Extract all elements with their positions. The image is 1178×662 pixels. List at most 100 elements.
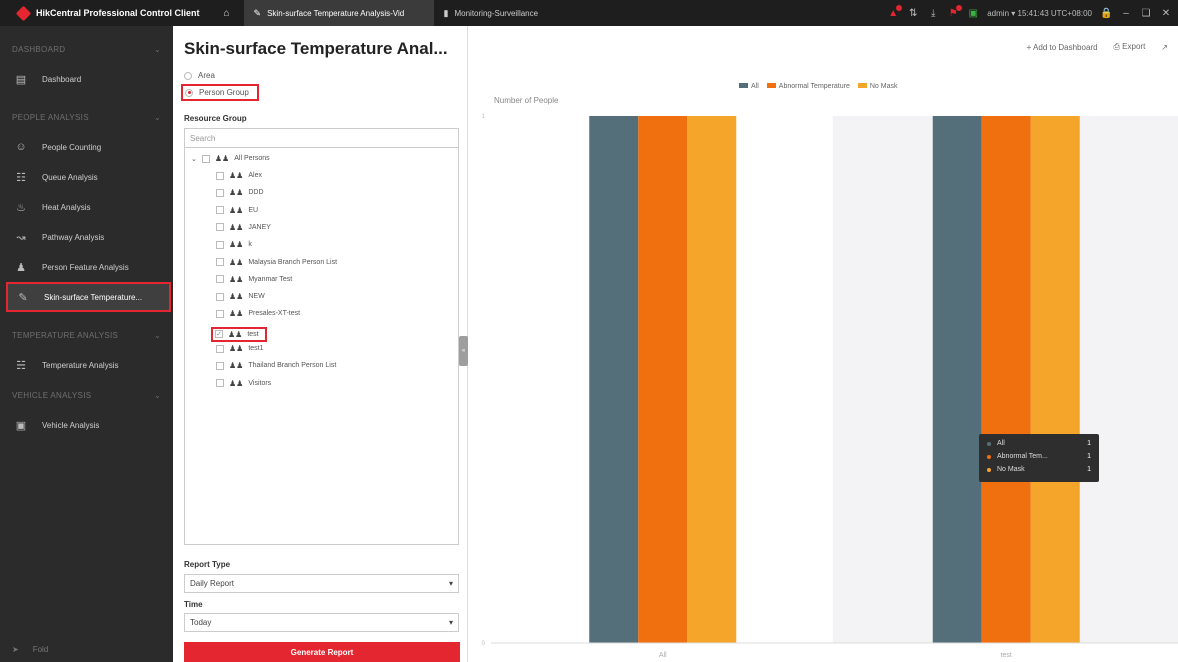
tree-item-janey[interactable]: ♟♟ JANEY [216,223,271,232]
user-menu[interactable]: admin ▾ 15:41:43 UTC+08:00 [987,9,1092,18]
bar-all-abnormal-temperature[interactable] [638,116,688,643]
tooltip-series-name: Abnormal Tem... [997,453,1048,460]
search-input[interactable]: Search [184,128,459,148]
checkbox[interactable] [216,223,224,232]
section-temperature-analysis[interactable]: TEMPERATURE ANALYSIS ⌄ [0,320,173,350]
person-group-icon: ♟♟ [229,292,244,302]
radio-person-group[interactable]: Person Group [181,84,259,101]
sidebar-item-queue-analysis[interactable]: ☷ Queue Analysis [0,162,173,192]
checkbox[interactable] [216,309,224,318]
tree-item-alex[interactable]: ♟♟ Alex [216,171,262,180]
checkbox[interactable] [216,292,224,301]
checkbox[interactable] [216,171,224,180]
person-group-tree: ⌄ ♟♟ All Persons ♟♟ Alex ♟♟ DDD ♟♟ EU ♟♟ JANEY ♟… [184,148,459,545]
tree-item-label: Presales-XT-test [248,310,301,318]
tree-item-visitors[interactable]: ♟♟ Visitors [216,379,271,388]
bar-chart: All test 0 1 [482,114,1178,659]
tree-item-presales-xt-test[interactable]: ♟♟ Presales-XT-test [216,309,300,318]
bar-all-no-mask[interactable] [687,116,737,643]
person-group-icon: ♟♟ [229,240,244,250]
section-vehicle-analysis[interactable]: VEHICLE ANALYSIS ⌄ [0,380,173,410]
tree-item-label: test1 [248,345,264,352]
tab-label: Skin-surface Temperature Analysis-Vid [267,8,405,18]
clock: 15:41:43 UTC+08:00 [1017,8,1093,18]
filter-panel: Skin-surface Temperature Anal... Area Pe… [173,26,468,662]
checkbox[interactable] [201,154,210,163]
section-dashboard[interactable]: DASHBOARD ⌄ [0,34,173,64]
radio-area[interactable]: Area [184,71,215,80]
restore-icon[interactable]: ❏ [1140,8,1152,19]
event-icon[interactable]: ⚑ [947,4,963,19]
checkbox[interactable] [216,379,224,388]
tree-item-test1[interactable]: ♟♟ test1 [216,344,264,353]
chart-area: + Add to Dashboard ⎙ Export ↗ All Abnorma… [469,26,1178,662]
tree-item-label: test [247,330,259,338]
sidebar-item-person-feature-analysis[interactable]: ♟ Person Feature Analysis [0,252,173,282]
page-title: Skin-surface Temperature Anal... [184,39,448,58]
section-people-analysis[interactable]: PEOPLE ANALYSIS ⌄ [0,102,173,132]
sidebar-item-skin-surface-temperature[interactable]: ✎ Skin-surface Temperature... [6,282,171,312]
sidebar-item-vehicle-analysis[interactable]: ▣ Vehicle Analysis [0,410,173,440]
checkbox[interactable] [216,344,224,353]
checkbox[interactable] [216,206,224,215]
tree-item-k[interactable]: ♟♟ k [216,240,252,249]
sidebar-item-heat-analysis[interactable]: ♨ Heat Analysis [0,192,173,222]
time-select[interactable]: Today ▾ [184,613,459,632]
tree-item-label: NEW [248,293,265,301]
person-group-icon: ♟♟ [214,154,230,163]
tree-item-ddd[interactable]: ♟♟ DDD [216,188,264,197]
pen-icon: ✎ [253,7,262,18]
tree-item-new[interactable]: ♟♟ NEW [216,292,265,301]
download-icon[interactable]: ⤓ [927,8,939,19]
sidebar-item-pathway-analysis[interactable]: ↝ Pathway Analysis [0,222,173,252]
tree-item-thailand-branch-person-list[interactable]: ♟♟ Thailand Branch Person List [216,361,336,370]
tab-label: Monitoring-Surveillance [454,8,539,18]
person-group-icon: ♟♟ [229,309,244,319]
tooltip-series-name: No Mask [997,466,1025,473]
checkbox[interactable] [216,240,224,249]
alarm-icon[interactable]: ▲ [887,4,903,19]
tab-monitoring-surveillance[interactable]: ▮ Monitoring-Surveillance [434,0,634,26]
bar-test-all[interactable] [932,116,982,643]
generate-report-button[interactable]: Generate Report [184,642,460,662]
tree-item-malaysia-branch-person-list[interactable]: ♟♟ Malaysia Branch Person List [216,258,337,267]
close-icon[interactable]: ✕ [1160,8,1172,19]
checkbox[interactable] [216,188,224,197]
checkbox[interactable] [216,361,224,370]
lock-icon[interactable]: 🔒 [1100,8,1112,19]
person-group-icon: ♟♟ [229,344,244,353]
tree-item-label: EU [248,206,259,214]
checkbox[interactable] [216,275,224,284]
sidebar-item-dashboard[interactable]: ▤ Dashboard [0,64,173,94]
chevron-down-icon[interactable]: ⌄ [191,155,197,163]
tree-root-all-persons[interactable]: ⌄ ♟♟ All Persons [191,154,270,163]
sidebar-item-temperature-analysis[interactable]: ☵ Temperature Analysis [0,350,173,380]
tooltip-value: 1 [1087,453,1091,460]
tree-item-label: Malaysia Branch Person List [248,258,338,266]
tab-skin-surface-temperature[interactable]: ✎ Skin-surface Temperature Analysis-Vid [243,0,434,26]
tree-item-test[interactable]: ✓ ♟♟ test [211,326,267,342]
minimize-icon[interactable]: – [1120,8,1132,19]
video-icon: ▮ [443,7,449,18]
y-tick-label: 1 [482,114,486,120]
tree-item-eu[interactable]: ♟♟ EU [216,206,258,215]
sidebar-item-people-counting[interactable]: ☺ People Counting [0,132,173,162]
series-dot [987,441,991,446]
home-icon[interactable]: ⌂ [210,8,244,19]
transfer-icon[interactable]: ⇅ [907,8,919,19]
collapse-panel-handle[interactable]: « [459,336,468,366]
checkbox[interactable]: ✓ [215,330,223,339]
bar-test-no-mask[interactable] [1030,116,1080,643]
series-dot [987,454,991,459]
status-icon[interactable]: ▣ [967,8,979,19]
report-type-select[interactable]: Daily Report ▾ [184,574,459,593]
person-group-icon: ♟♟ [228,329,243,339]
bar-test-abnormal-temperature[interactable] [981,116,1031,643]
bar-all-all[interactable] [589,116,639,643]
checkbox[interactable] [216,258,224,266]
tooltip-value: 1 [1087,466,1091,473]
fold-button[interactable]: ➤ Fold [12,645,48,654]
tree-item-myanmar-test[interactable]: ♟♟ Myanmar Test [216,275,292,284]
caret-down-icon: ▾ [448,618,453,627]
heat-icon: ♨ [16,201,26,214]
